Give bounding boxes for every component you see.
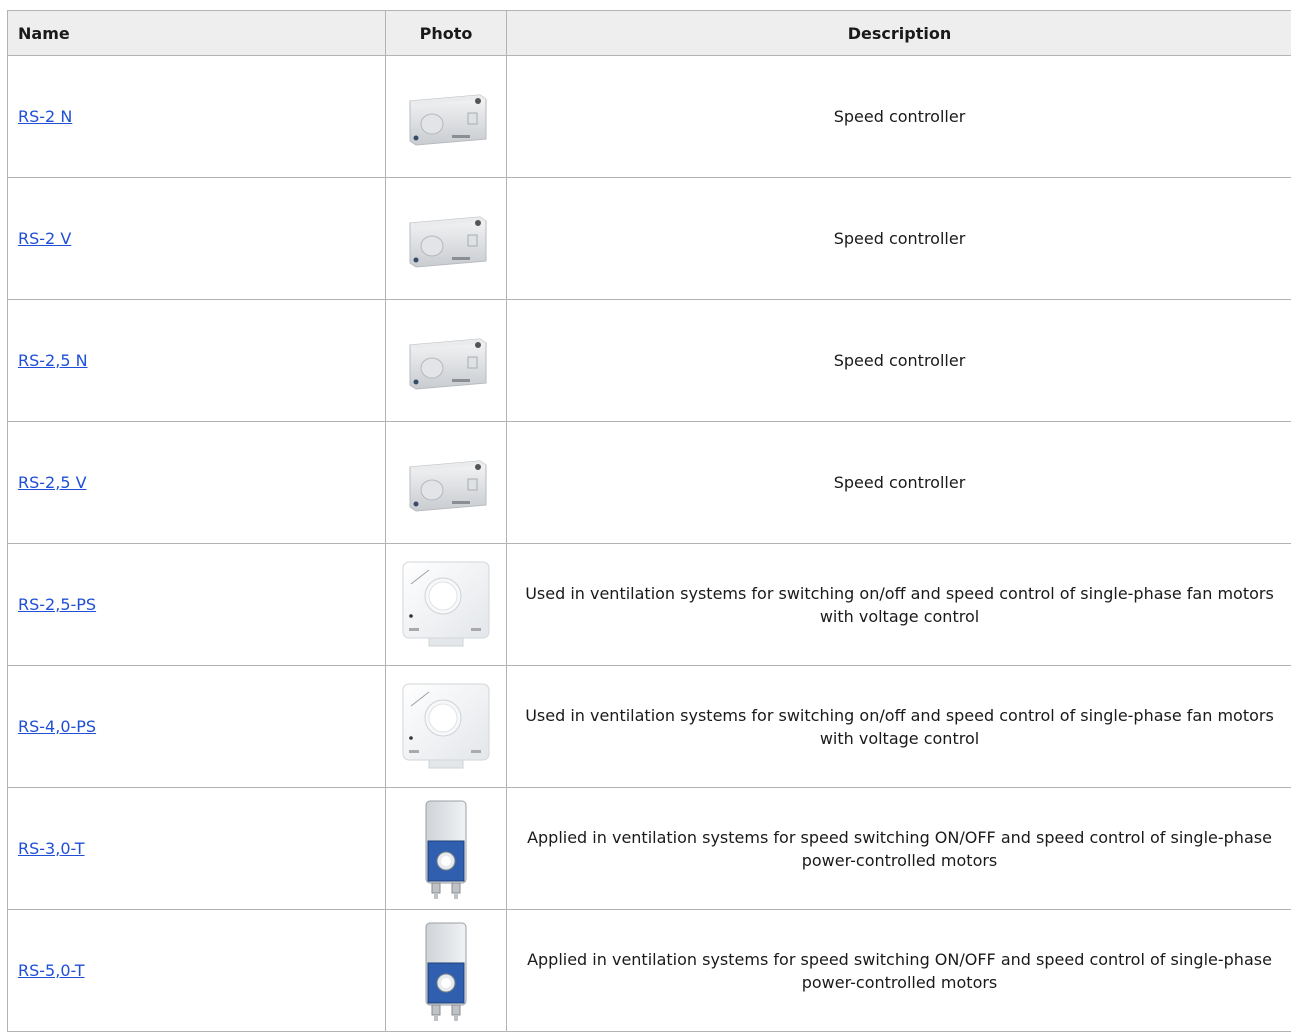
description-cell: Speed controller xyxy=(507,56,1291,178)
column-header-photo[interactable]: Photo xyxy=(386,11,507,56)
product-link[interactable]: RS-3,0-T xyxy=(18,839,85,858)
description-cell: Speed controller xyxy=(507,300,1291,422)
box-controller-image[interactable] xyxy=(402,87,490,147)
column-header-name[interactable]: Name xyxy=(8,11,386,56)
description-cell: Speed controller xyxy=(507,178,1291,300)
name-cell: RS-2,5 N xyxy=(8,300,386,422)
photo-cell xyxy=(386,544,507,666)
table-row: RS-4,0-PS Used in ventilation systems fo… xyxy=(8,666,1291,788)
square-dial-controller-image[interactable] xyxy=(399,680,493,774)
product-table-wrapper: Name Photo Description RS-2 N xyxy=(7,10,1291,1032)
table-header-row: Name Photo Description xyxy=(8,11,1291,56)
table-row: RS-2,5 V Speed controller xyxy=(8,422,1291,544)
name-cell: RS-2 N xyxy=(8,56,386,178)
product-link[interactable]: RS-4,0-PS xyxy=(18,717,96,736)
name-cell: RS-5,0-T xyxy=(8,910,386,1032)
product-link[interactable]: RS-2 N xyxy=(18,107,72,126)
name-cell: RS-3,0-T xyxy=(8,788,386,910)
product-link[interactable]: RS-2 V xyxy=(18,229,71,248)
table-row: RS-3,0-T Applied in ventilation systems … xyxy=(8,788,1291,910)
name-cell: RS-2,5 V xyxy=(8,422,386,544)
name-cell: RS-2,5-PS xyxy=(8,544,386,666)
description-cell: Speed controller xyxy=(507,422,1291,544)
product-link[interactable]: RS-2,5-PS xyxy=(18,595,96,614)
box-controller-image[interactable] xyxy=(402,331,490,391)
photo-cell xyxy=(386,788,507,910)
box-controller-image[interactable] xyxy=(402,209,490,269)
photo-cell xyxy=(386,300,507,422)
wall-box-controller-image[interactable] xyxy=(414,919,478,1023)
table-row: RS-2,5-PS Used in ventilation systems fo… xyxy=(8,544,1291,666)
description-cell: Used in ventilation systems for switchin… xyxy=(507,544,1291,666)
table-row: RS-5,0-T Applied in ventilation systems … xyxy=(8,910,1291,1032)
product-link[interactable]: RS-2,5 N xyxy=(18,351,88,370)
wall-box-controller-image[interactable] xyxy=(414,797,478,901)
table-row: RS-2 V Speed controller xyxy=(8,178,1291,300)
product-link[interactable]: RS-5,0-T xyxy=(18,961,85,980)
column-header-description[interactable]: Description xyxy=(507,11,1291,56)
box-controller-image[interactable] xyxy=(402,453,490,513)
description-cell: Applied in ventilation systems for speed… xyxy=(507,910,1291,1032)
description-cell: Used in ventilation systems for switchin… xyxy=(507,666,1291,788)
description-cell: Applied in ventilation systems for speed… xyxy=(507,788,1291,910)
photo-cell xyxy=(386,422,507,544)
photo-cell xyxy=(386,666,507,788)
photo-cell xyxy=(386,56,507,178)
table-row: RS-2 N Speed controller xyxy=(8,56,1291,178)
table-row: RS-2,5 N Speed controller xyxy=(8,300,1291,422)
product-link[interactable]: RS-2,5 V xyxy=(18,473,87,492)
product-table: Name Photo Description RS-2 N xyxy=(7,10,1291,1032)
name-cell: RS-4,0-PS xyxy=(8,666,386,788)
square-dial-controller-image[interactable] xyxy=(399,558,493,652)
name-cell: RS-2 V xyxy=(8,178,386,300)
photo-cell xyxy=(386,910,507,1032)
photo-cell xyxy=(386,178,507,300)
